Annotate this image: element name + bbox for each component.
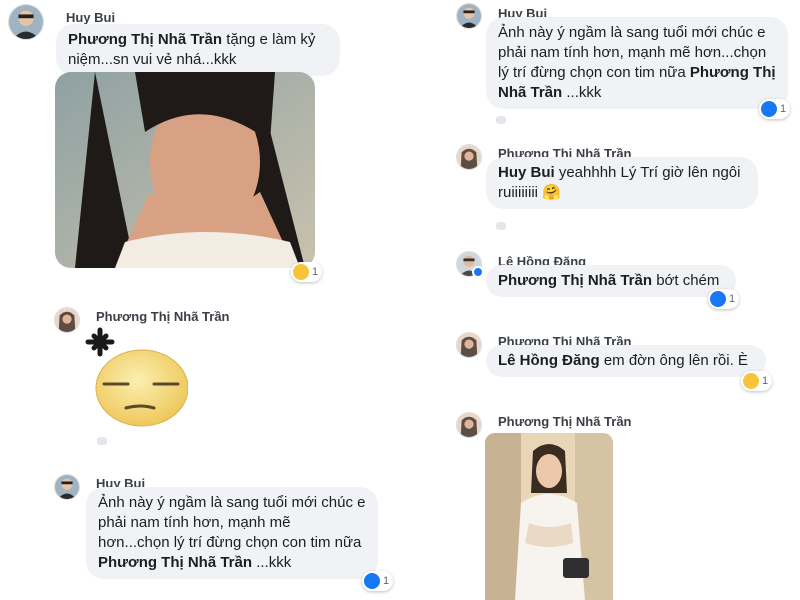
reaction-badge[interactable]: 1 [741,371,773,391]
comment-suffix: ...kkk [562,84,602,101]
comment-bubble: Phương Thị Nhã Trần tặng e làm kỷ niệm..… [56,24,340,76]
sticker[interactable] [84,326,189,430]
mention-link[interactable]: Phương Thị Nhã Trần [98,554,252,571]
comment-bubble: Ảnh này ý ngầm là sang tuổi mới chúc e p… [486,17,788,109]
comment-bubble: Huy Bui yeahhhh Lý Trí giờ lên ngôi ruii… [486,157,758,209]
like-placeholder-icon[interactable] [496,116,506,124]
comment-bubble: Phương Thị Nhã Trần bớt chém [486,265,736,297]
comment-bubble: Lê Hồng Đăng em đờn ông lên rồi. È [486,345,766,377]
comment-text: em đờn ông lên rồi. È [599,352,748,369]
like-icon [761,101,777,117]
reaction-badge[interactable]: 1 [759,99,791,119]
comment-bubble: Ảnh này ý ngầm là sang tuổi mới chúc e p… [86,487,378,579]
mention-link[interactable]: Phương Thị Nhã Trần [498,272,652,289]
reaction-badge[interactable]: 1 [362,571,394,591]
comment-text: Ảnh này ý ngầm là sang tuổi mới chúc e p… [98,494,366,551]
reaction-count: 1 [383,575,390,587]
right-comment-thread: Huy Bui Ảnh này ý ngầm là sang tuổi mới … [450,0,800,600]
like-placeholder-icon[interactable] [496,222,506,230]
left-comment-thread: Huy Bui Phương Thị Nhã Trần tặng e làm k… [0,0,400,600]
avatar[interactable] [54,307,80,333]
reaction-count: 1 [312,266,319,278]
comment-author[interactable]: Phương Thị Nhã Trần [96,309,230,324]
mention-link[interactable]: Lê Hồng Đăng [498,352,600,369]
avatar[interactable] [8,4,44,40]
mention-link[interactable]: Phương Thị Nhã Trần [68,31,222,48]
comment-text: bớt chém [652,272,720,289]
reaction-badge[interactable]: 1 [291,262,323,282]
avatar[interactable] [456,332,482,358]
reaction-badge[interactable]: 1 [708,289,740,309]
like-icon [710,291,726,307]
comment-author[interactable]: Huy Bui [66,10,115,25]
reaction-count: 1 [729,293,736,305]
haha-icon [743,373,759,389]
comment-suffix: ...kkk [252,554,292,571]
comment-author[interactable]: Phương Thị Nhã Trần [498,414,632,429]
avatar[interactable] [54,474,80,500]
reaction-count: 1 [762,375,769,387]
attached-photo[interactable] [55,72,315,268]
avatar[interactable] [456,144,482,170]
avatar[interactable] [456,3,482,29]
like-icon [364,573,380,589]
avatar[interactable] [456,412,482,438]
reaction-count: 1 [780,103,787,115]
verified-badge-icon [472,266,484,278]
mention-link[interactable]: Huy Bui [498,164,555,181]
haha-icon [293,264,309,280]
like-placeholder-icon[interactable] [97,437,107,445]
attached-photo[interactable] [485,433,613,600]
hugging-emoji-icon: 🤗 [542,184,561,201]
